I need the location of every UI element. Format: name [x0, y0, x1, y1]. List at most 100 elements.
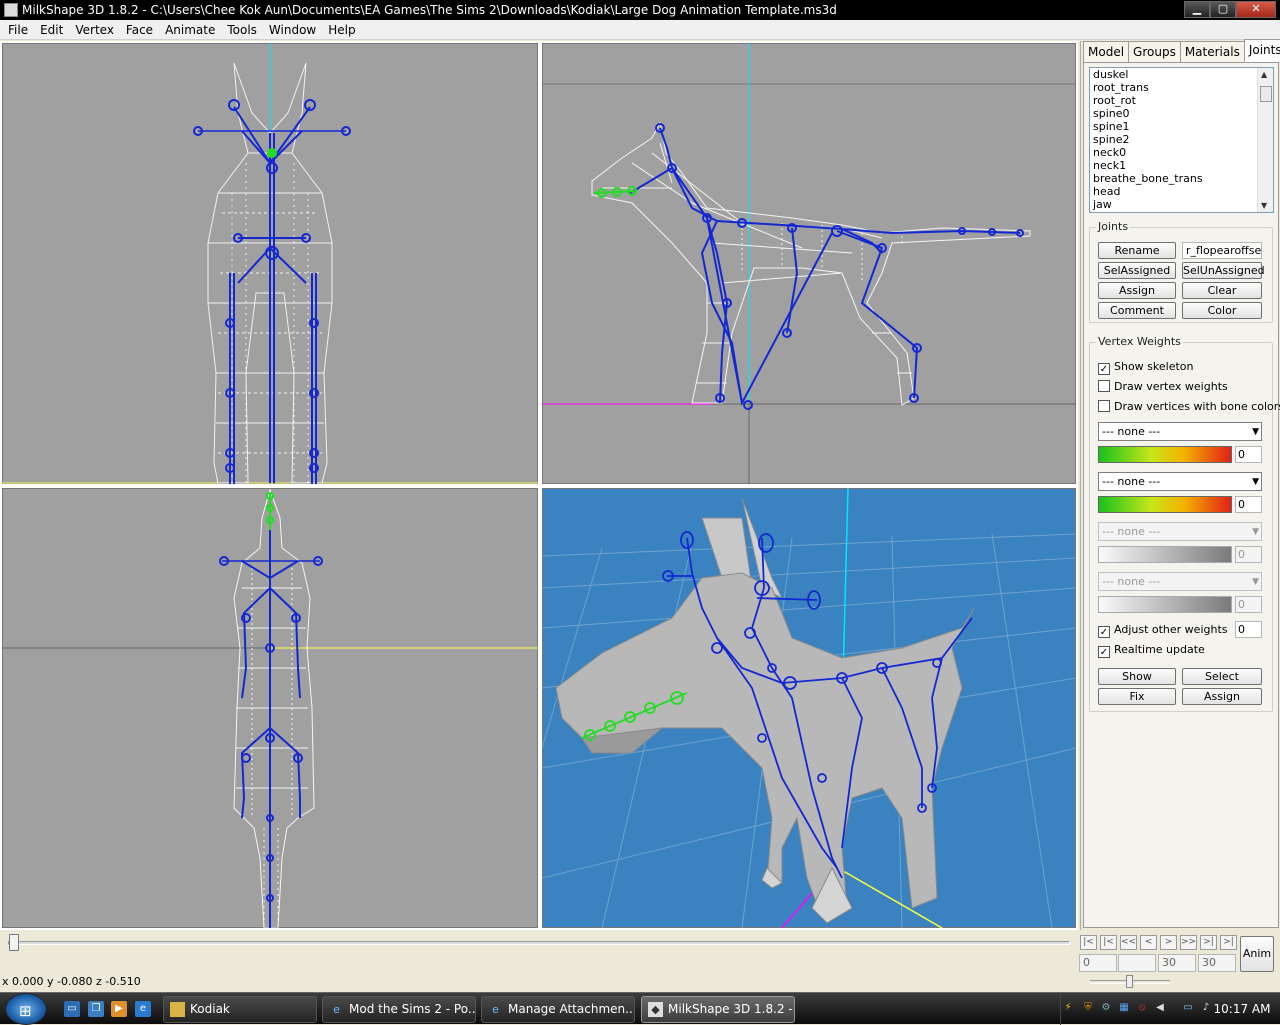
- draw-vertices-bone-colors-checkbox[interactable]: Draw vertices with bone colors: [1098, 400, 1280, 413]
- joint-list[interactable]: duskel root_trans root_rot spine0 spine1…: [1089, 67, 1274, 213]
- joint-list-scrollbar[interactable]: ▲ ▼: [1257, 68, 1273, 212]
- bone-select-2[interactable]: --- none --- ▼: [1098, 472, 1262, 491]
- joint-list-item[interactable]: jaw: [1090, 198, 1273, 211]
- taskbar-item-manage-attachments[interactable]: e Manage Attachmen...: [481, 996, 635, 1023]
- front-view-canvas[interactable]: [2, 43, 538, 484]
- select-button[interactable]: Select: [1182, 668, 1262, 685]
- joint-name-field[interactable]: r_flopearoffset: [1182, 242, 1262, 259]
- frame-count-field[interactable]: 30: [1158, 954, 1196, 972]
- joint-list-item[interactable]: neck1: [1090, 159, 1273, 172]
- menu-window[interactable]: Window: [263, 20, 322, 40]
- frame-slider-track[interactable]: [8, 941, 1070, 945]
- taskbar-item-milkshape[interactable]: ◆ MilkShape 3D 1.8.2 -...: [641, 996, 795, 1023]
- no-entry-icon[interactable]: ⦸: [1135, 1001, 1149, 1015]
- tab-materials[interactable]: Materials: [1179, 41, 1245, 62]
- last-key-button[interactable]: >|: [1200, 935, 1217, 950]
- frame-slider-thumb[interactable]: [9, 934, 19, 951]
- joints-group-label: Joints: [1096, 220, 1131, 233]
- bone-select-1[interactable]: --- none --- ▼: [1098, 422, 1262, 441]
- show-button[interactable]: Show: [1098, 668, 1176, 685]
- top-view-canvas[interactable]: [2, 488, 538, 928]
- menu-file[interactable]: File: [2, 20, 34, 40]
- adjust-other-weights-value[interactable]: 0: [1235, 621, 1262, 638]
- volume-icon[interactable]: ◀: [1153, 1001, 1167, 1015]
- menu-face[interactable]: Face: [120, 20, 159, 40]
- sel-assigned-button[interactable]: SelAssigned: [1098, 262, 1176, 279]
- first-key-button[interactable]: |<: [1100, 935, 1117, 950]
- rename-button[interactable]: Rename: [1098, 242, 1176, 259]
- network-icon[interactable]: ⚙: [1099, 1001, 1113, 1015]
- menu-vertex[interactable]: Vertex: [69, 20, 120, 40]
- start-button[interactable]: ⊞: [5, 993, 47, 1025]
- scroll-up-icon[interactable]: ▲: [1261, 70, 1267, 79]
- last-frame-button[interactable]: >|: [1220, 935, 1237, 950]
- menu-tools[interactable]: Tools: [221, 20, 263, 40]
- joint-list-item[interactable]: breathe_bone_trans: [1090, 172, 1273, 185]
- perspective-viewport[interactable]: [540, 486, 1078, 930]
- weight-slider-1[interactable]: [1098, 446, 1232, 463]
- scroll-down-icon[interactable]: ▼: [1261, 201, 1267, 210]
- next-key-button[interactable]: >>: [1180, 935, 1197, 950]
- side-view-canvas[interactable]: [542, 43, 1076, 484]
- switch-windows-icon[interactable]: ❐: [88, 1001, 104, 1017]
- bone-select-4-value: --- none ---: [1102, 575, 1161, 588]
- joint-list-item[interactable]: neck0: [1090, 146, 1273, 159]
- top-viewport[interactable]: [0, 486, 540, 930]
- menu-animate[interactable]: Animate: [159, 20, 221, 40]
- side-viewport[interactable]: [540, 41, 1078, 486]
- next-frame-button[interactable]: >: [1160, 935, 1177, 950]
- joint-list-item[interactable]: head: [1090, 185, 1273, 198]
- comment-button[interactable]: Comment: [1098, 302, 1176, 319]
- current-frame-field[interactable]: 0: [1079, 954, 1117, 972]
- joint-list-item[interactable]: root_rot: [1090, 94, 1273, 107]
- minimize-button[interactable]: ▁: [1184, 1, 1210, 18]
- clock[interactable]: 10:17 AM: [1205, 993, 1279, 1025]
- sel-unassigned-button[interactable]: SelUnAssigned: [1182, 262, 1265, 279]
- taskbar-item-label: MilkShape 3D 1.8.2 -...: [668, 1002, 795, 1016]
- weight-value-2[interactable]: 0: [1235, 496, 1262, 513]
- tab-model[interactable]: Model: [1083, 41, 1130, 62]
- assign-button[interactable]: Assign: [1098, 282, 1176, 299]
- weight-slider-2[interactable]: [1098, 496, 1232, 513]
- show-desktop-icon[interactable]: ▭: [64, 1001, 80, 1017]
- first-frame-button[interactable]: |<: [1080, 935, 1097, 950]
- prev-key-button[interactable]: <<: [1120, 935, 1137, 950]
- anim-toggle-button[interactable]: Anim: [1240, 936, 1274, 972]
- weights-assign-button[interactable]: Assign: [1182, 688, 1262, 705]
- realtime-update-checkbox[interactable]: ✓ Realtime update: [1098, 643, 1205, 658]
- perspective-view-canvas[interactable]: [542, 488, 1076, 928]
- joint-list-item[interactable]: spine2: [1090, 133, 1273, 146]
- color-button[interactable]: Color: [1182, 302, 1262, 319]
- vertex-weights-label: Vertex Weights: [1096, 335, 1183, 348]
- joint-list-item[interactable]: root_trans: [1090, 81, 1273, 94]
- front-viewport[interactable]: [0, 41, 540, 486]
- maximize-button[interactable]: ▢: [1210, 1, 1236, 18]
- menu-help[interactable]: Help: [322, 20, 361, 40]
- taskbar-item-kodiak[interactable]: Kodiak: [163, 996, 317, 1023]
- adjust-other-weights-checkbox[interactable]: ✓ Adjust other weights: [1098, 623, 1228, 638]
- tab-joints[interactable]: Joints: [1243, 39, 1280, 62]
- media-player-icon[interactable]: ▶: [111, 1001, 127, 1017]
- lightning-icon[interactable]: ⚡: [1061, 1001, 1075, 1015]
- menu-edit[interactable]: Edit: [34, 20, 69, 40]
- weight-value-1[interactable]: 0: [1235, 446, 1262, 463]
- end-frame-field[interactable]: 30: [1198, 954, 1236, 972]
- windows-security-icon[interactable]: ▦: [1117, 1001, 1131, 1015]
- joint-list-item[interactable]: duskel: [1090, 68, 1273, 81]
- shield-icon[interactable]: ⛨: [1081, 1001, 1095, 1015]
- zoom-slider-thumb[interactable]: [1126, 975, 1133, 988]
- clear-button[interactable]: Clear: [1182, 282, 1262, 299]
- fix-button[interactable]: Fix: [1098, 688, 1176, 705]
- ie-icon[interactable]: e: [135, 1001, 151, 1017]
- prev-frame-button[interactable]: <: [1140, 935, 1157, 950]
- scroll-thumb[interactable]: [1260, 86, 1272, 102]
- joint-list-item[interactable]: spine0: [1090, 107, 1273, 120]
- start-frame-field[interactable]: [1118, 954, 1156, 972]
- taskbar-item-mod-the-sims[interactable]: e Mod the Sims 2 - Po...: [322, 996, 476, 1023]
- close-button[interactable]: ✕: [1236, 1, 1276, 18]
- tab-groups[interactable]: Groups: [1128, 41, 1181, 62]
- show-skeleton-checkbox[interactable]: ✓ Show skeleton: [1098, 360, 1194, 375]
- monitor-icon[interactable]: ▭: [1181, 1001, 1195, 1015]
- joint-list-item[interactable]: spine1: [1090, 120, 1273, 133]
- draw-vertex-weights-checkbox[interactable]: Draw vertex weights: [1098, 380, 1228, 393]
